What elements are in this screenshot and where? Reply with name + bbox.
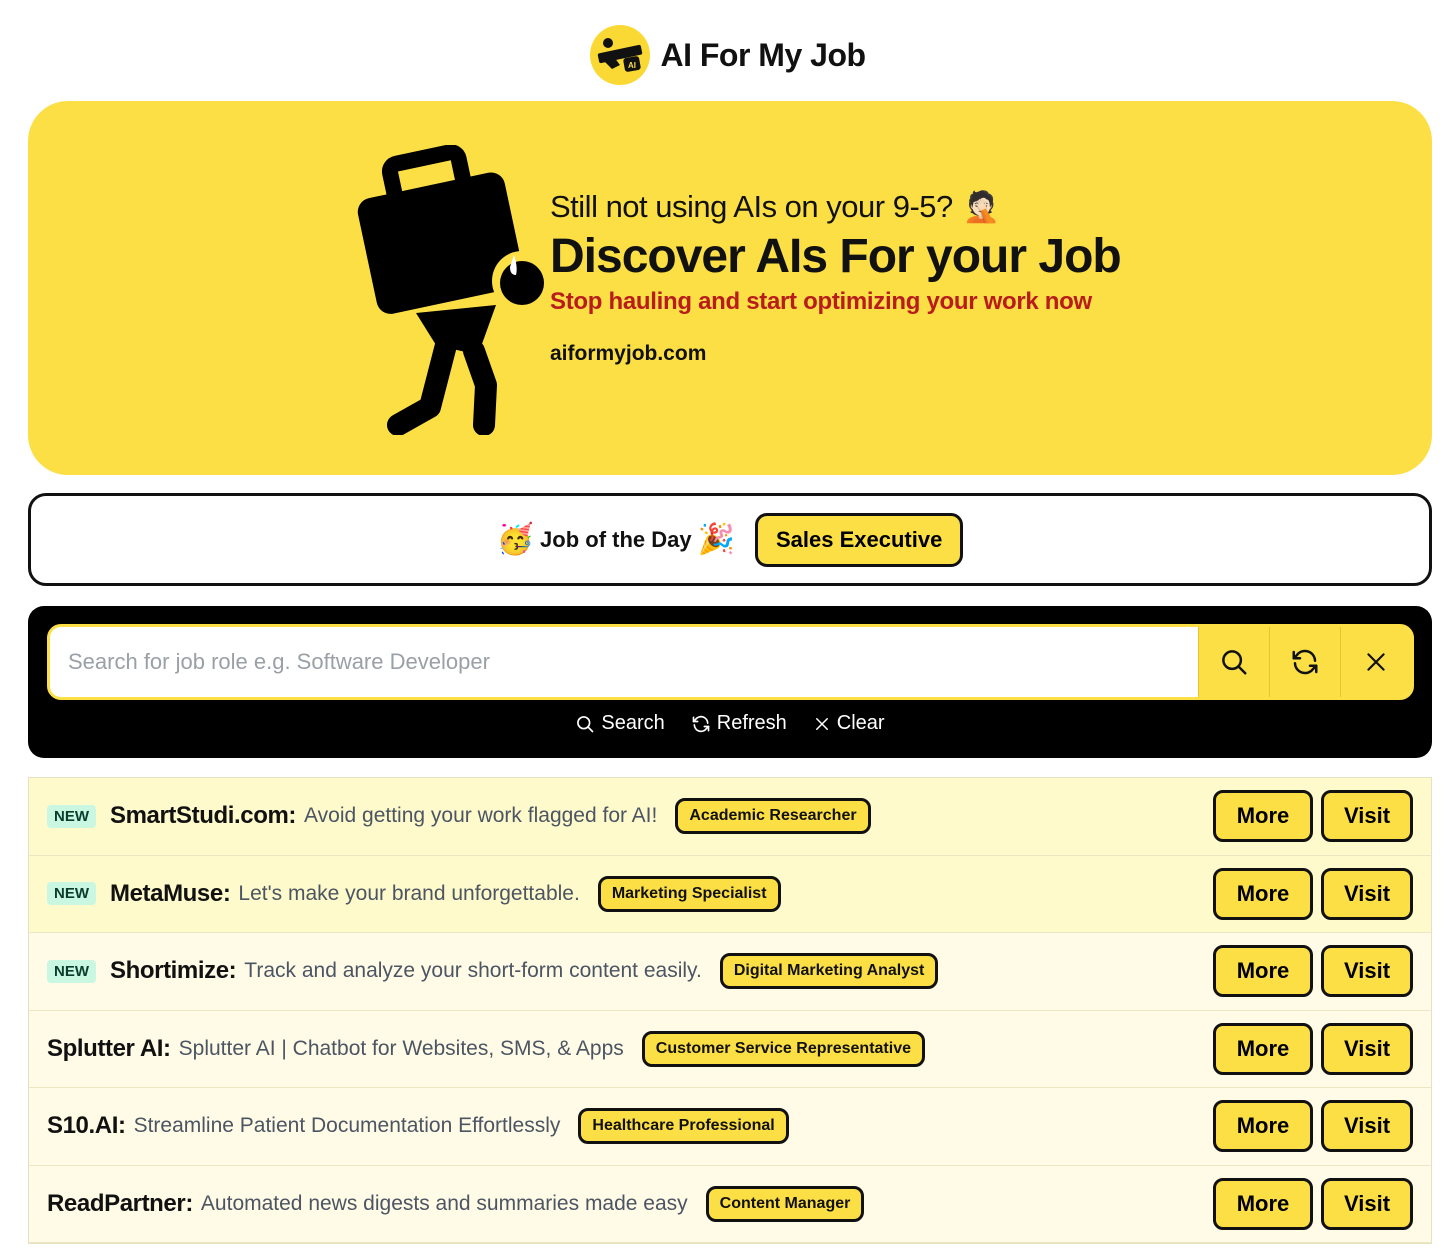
tool-list: NEW SmartStudi.com: Avoid getting your w…	[28, 777, 1432, 1244]
hero-title: Discover AIs For your Job	[550, 230, 1122, 283]
more-button[interactable]: More	[1213, 1100, 1313, 1153]
job-of-the-day-text: Job of the Day	[540, 526, 692, 552]
tool-name[interactable]: Shortimize:	[110, 957, 237, 985]
search-input[interactable]	[50, 627, 1198, 697]
tool-description: Splutter AI | Chatbot for Websites, SMS,…	[178, 1036, 624, 1060]
row-actions: More Visit	[1213, 1177, 1413, 1230]
party-popper-icon: 🎉	[697, 522, 735, 557]
job-tag[interactable]: Marketing Specialist	[597, 875, 781, 912]
row-actions: More Visit	[1213, 790, 1413, 843]
more-button[interactable]: More	[1213, 1022, 1313, 1075]
clear-link-label: Clear	[836, 712, 885, 734]
job-tag[interactable]: Healthcare Professional	[578, 1108, 789, 1145]
more-button[interactable]: More	[1213, 790, 1313, 843]
hero-kicker-text: Still not using AIs on your 9-5?	[550, 189, 953, 224]
refresh-icon	[692, 715, 710, 732]
tool-row: Splutter AI: Splutter AI | Chatbot for W…	[29, 1010, 1431, 1088]
refresh-link-label: Refresh	[716, 712, 787, 734]
ai-man-carrying-icon[interactable]: AI	[590, 25, 651, 85]
visit-button[interactable]: Visit	[1321, 1022, 1413, 1075]
new-badge: NEW	[47, 882, 96, 906]
refresh-button[interactable]	[1269, 627, 1340, 697]
person-carrying-briefcase-icon	[346, 144, 552, 436]
search-bar	[47, 624, 1414, 700]
more-button[interactable]: More	[1213, 1177, 1313, 1230]
search-link[interactable]: Search	[575, 712, 665, 735]
clear-link[interactable]: Clear	[813, 712, 885, 735]
row-actions: More Visit	[1213, 1022, 1413, 1075]
tool-name[interactable]: SmartStudi.com:	[110, 802, 296, 830]
party-face-icon: 🥳	[496, 522, 535, 557]
new-badge: NEW	[47, 959, 96, 983]
job-tag[interactable]: Customer Service Representative	[641, 1030, 925, 1067]
visit-button[interactable]: Visit	[1321, 867, 1413, 920]
more-button[interactable]: More	[1213, 867, 1313, 920]
close-icon	[1367, 653, 1385, 671]
hero-kicker: Still not using AIs on your 9-5? 🤦🏻	[550, 189, 1121, 225]
tool-row: NEW MetaMuse: Let's make your brand unfo…	[29, 855, 1431, 933]
close-icon	[815, 717, 828, 730]
job-of-the-day-label: 🥳 Job of the Day 🎉	[497, 522, 735, 557]
visit-button[interactable]: Visit	[1321, 790, 1413, 843]
tool-name[interactable]: Splutter AI:	[47, 1035, 171, 1063]
tool-row: ReadPartner: Automated news digests and …	[29, 1165, 1431, 1243]
hero-url: aiformyjob.com	[550, 341, 707, 365]
refresh-icon	[1292, 649, 1318, 675]
visit-button[interactable]: Visit	[1321, 1177, 1413, 1230]
site-header: AI AI For My Job	[0, 22, 1456, 88]
hero-text: Still not using AIs on your 9-5? 🤦🏻 Disc…	[550, 189, 1122, 366]
tool-description: Automated news digests and summaries mad…	[200, 1191, 688, 1215]
hero-subtitle: Stop hauling and start optimizing your w…	[550, 287, 1092, 315]
job-tag[interactable]: Content Manager	[705, 1185, 865, 1222]
tool-description: Avoid getting your work flagged for AI!	[304, 804, 658, 828]
search-button[interactable]	[1198, 627, 1269, 697]
facepalm-icon: 🤦🏻	[962, 189, 1000, 225]
svg-text:AI: AI	[628, 61, 636, 70]
job-tag[interactable]: Academic Researcher	[675, 798, 871, 835]
tool-row: S10.AI: Streamline Patient Documentation…	[29, 1088, 1431, 1166]
search-link-label: Search	[601, 712, 665, 734]
tool-row: NEW SmartStudi.com: Avoid getting your w…	[29, 778, 1431, 856]
new-badge: NEW	[47, 804, 96, 828]
refresh-link[interactable]: Refresh	[691, 712, 787, 735]
search-icon	[577, 715, 594, 732]
search-actions: Search Refresh Clear	[28, 712, 1432, 735]
search-panel: Search Refresh Clear	[28, 606, 1432, 758]
row-actions: More Visit	[1213, 867, 1413, 920]
tool-name[interactable]: ReadPartner:	[47, 1190, 193, 1218]
visit-button[interactable]: Visit	[1321, 1100, 1413, 1153]
hero-banner: Still not using AIs on your 9-5? 🤦🏻 Disc…	[28, 101, 1432, 475]
tool-name[interactable]: MetaMuse:	[110, 880, 231, 908]
tool-description: Streamline Patient Documentation Effortl…	[133, 1114, 561, 1138]
tool-description: Track and analyze your short-form conten…	[244, 959, 702, 983]
job-of-the-day: 🥳 Job of the Day 🎉 Sales Executive	[28, 493, 1432, 586]
visit-button[interactable]: Visit	[1321, 945, 1413, 998]
row-actions: More Visit	[1213, 1100, 1413, 1153]
site-title[interactable]: AI For My Job	[660, 37, 866, 74]
clear-button[interactable]	[1340, 627, 1411, 697]
job-tag[interactable]: Digital Marketing Analyst	[719, 953, 939, 990]
tool-name[interactable]: S10.AI:	[47, 1112, 126, 1140]
tool-description: Let's make your brand unforgettable.	[238, 881, 580, 905]
job-of-the-day-button[interactable]: Sales Executive	[754, 512, 964, 567]
tool-row: NEW Shortimize: Track and analyze your s…	[29, 933, 1431, 1011]
more-button[interactable]: More	[1213, 945, 1313, 998]
search-icon	[1222, 650, 1247, 675]
row-actions: More Visit	[1213, 945, 1413, 998]
